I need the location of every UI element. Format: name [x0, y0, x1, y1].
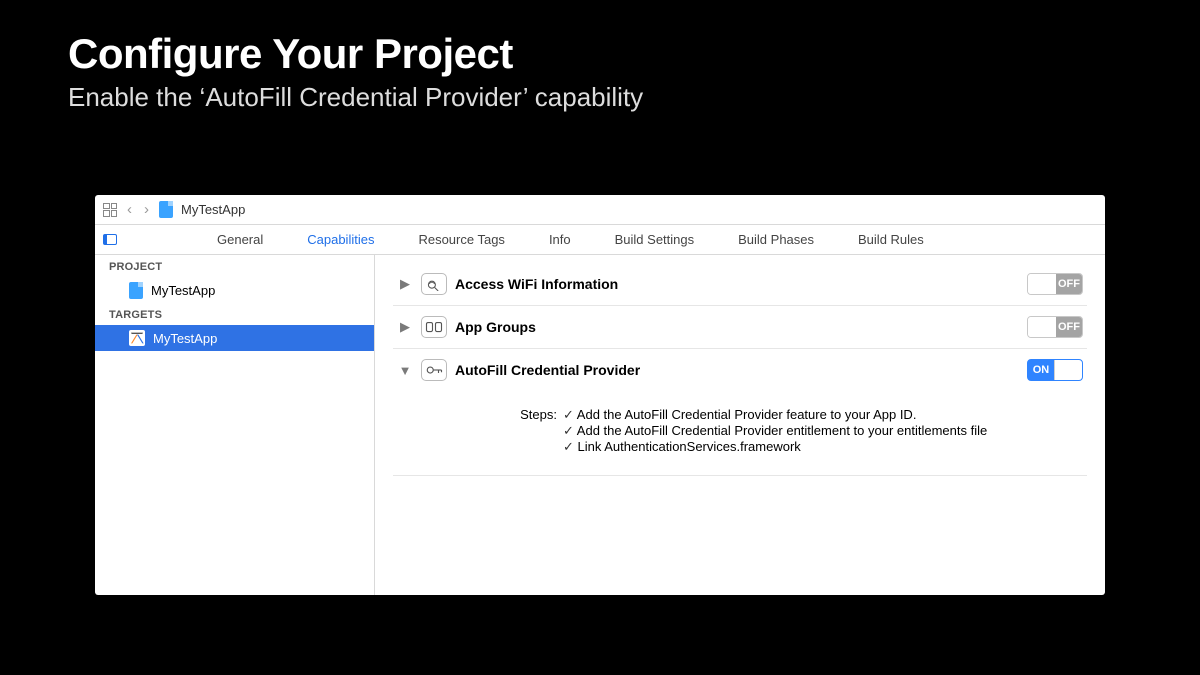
- capability-title: Access WiFi Information: [455, 276, 1027, 292]
- capability-row-wifi[interactable]: ▶ Access WiFi Information OFF: [393, 263, 1087, 306]
- tab-resource-tags[interactable]: Resource Tags: [396, 225, 526, 254]
- capability-title: AutoFill Credential Provider: [455, 362, 1027, 378]
- sidebar-project-item[interactable]: MyTestApp: [95, 277, 374, 303]
- key-icon: [421, 359, 447, 381]
- app-groups-toggle[interactable]: OFF: [1027, 316, 1083, 338]
- path-bar: ‹ › MyTestApp: [95, 195, 1105, 225]
- tab-build-rules[interactable]: Build Rules: [836, 225, 946, 254]
- forward-chevron-icon[interactable]: ›: [142, 201, 151, 218]
- tab-build-phases[interactable]: Build Phases: [716, 225, 836, 254]
- slide-subtitle: Enable the ‘AutoFill Credential Provider…: [68, 82, 643, 113]
- capability-title: App Groups: [455, 319, 1027, 335]
- related-items-icon[interactable]: [103, 203, 117, 217]
- autofill-steps: Steps: Add the AutoFill Credential Provi…: [393, 391, 1087, 476]
- capability-row-app-groups[interactable]: ▶ App Groups OFF: [393, 306, 1087, 349]
- pathbar-project-name[interactable]: MyTestApp: [181, 202, 245, 217]
- disclosure-down-icon[interactable]: ▼: [397, 363, 413, 378]
- xcode-window: ‹ › MyTestApp General Capabilities Resou…: [95, 195, 1105, 595]
- sidebar-target-item[interactable]: MyTestApp: [95, 325, 374, 351]
- sidebar-project-label: MyTestApp: [151, 283, 215, 298]
- toggle-label: OFF: [1056, 317, 1082, 337]
- panel-toggle-button[interactable]: [95, 225, 125, 254]
- sidebar-project-header: PROJECT: [95, 255, 374, 277]
- disclosure-right-icon[interactable]: ▶: [397, 319, 413, 335]
- step-item: Add the AutoFill Credential Provider fea…: [563, 407, 987, 423]
- wifi-toggle[interactable]: OFF: [1027, 273, 1083, 295]
- capabilities-pane: ▶ Access WiFi Information OFF ▶ App Grou…: [375, 255, 1105, 595]
- app-groups-icon: [421, 316, 447, 338]
- panel-icon: [103, 234, 117, 245]
- tab-info[interactable]: Info: [527, 225, 593, 254]
- slide-title: Configure Your Project: [68, 30, 513, 78]
- project-sidebar: PROJECT MyTestApp TARGETS MyTestApp: [95, 255, 375, 595]
- sidebar-target-label: MyTestApp: [153, 331, 217, 346]
- back-chevron-icon[interactable]: ‹: [125, 201, 134, 218]
- autofill-toggle[interactable]: ON: [1027, 359, 1083, 381]
- step-item: Link AuthenticationServices.framework: [563, 439, 987, 455]
- tab-build-settings[interactable]: Build Settings: [593, 225, 717, 254]
- steps-label: Steps:: [513, 407, 563, 455]
- project-file-icon: [159, 201, 173, 218]
- toggle-label: ON: [1028, 360, 1054, 380]
- tab-general[interactable]: General: [195, 225, 285, 254]
- step-item: Add the AutoFill Credential Provider ent…: [563, 423, 987, 439]
- tab-capabilities[interactable]: Capabilities: [285, 225, 396, 254]
- app-target-icon: [129, 330, 145, 346]
- editor-tabbar: General Capabilities Resource Tags Info …: [95, 225, 1105, 255]
- toggle-label: OFF: [1056, 274, 1082, 294]
- project-file-icon: [129, 282, 143, 299]
- sidebar-targets-header: TARGETS: [95, 303, 374, 325]
- capability-row-autofill[interactable]: ▼ AutoFill Credential Provider ON: [393, 349, 1087, 391]
- disclosure-right-icon[interactable]: ▶: [397, 276, 413, 292]
- wifi-search-icon: [421, 273, 447, 295]
